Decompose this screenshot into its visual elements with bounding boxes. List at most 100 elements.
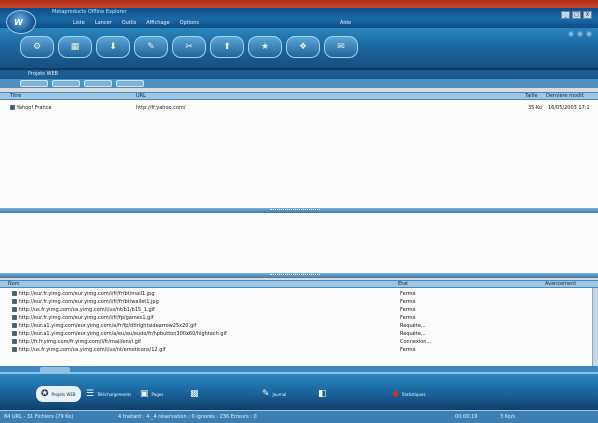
main-toolbar: ⚙ ▦ ⬇ ✎ ✂ ⬆ ★ ❖ ✉ [0, 28, 598, 70]
gear-icon: ⚙ [32, 42, 42, 52]
file-icon [12, 323, 17, 328]
project-url: http://fr.yahoo.com/ [136, 105, 186, 111]
section-header: Projets WEB [0, 70, 598, 79]
star-icon: ★ [260, 42, 270, 52]
panel-icon: ◧ [318, 389, 327, 399]
status-url-count: 84 URL - 31 Fichiers (79 Ko) [4, 414, 74, 420]
downloads-scrollbar[interactable] [592, 288, 598, 366]
toolbar-button-3[interactable]: ⬇ [96, 36, 130, 58]
sub-tab-4[interactable] [116, 80, 144, 87]
menu-item-liste[interactable]: Liste [70, 20, 88, 28]
list-item[interactable]: http://us.fr.yimg.com/us.yimg.com/i/us/n… [0, 307, 598, 314]
list-item[interactable]: http://eur.fr.yimg.com/eur.yimg.com/i/fr… [0, 315, 598, 322]
tab-pages[interactable]: ▣ Pages [140, 386, 163, 402]
sub-tab-strip [0, 79, 598, 88]
pages-icon: ▣ [140, 389, 149, 399]
toolbar-button-2[interactable]: ▦ [58, 36, 92, 58]
tab-view[interactable]: ▩ [190, 386, 202, 402]
download-icon: ⬇ [109, 42, 117, 52]
col-name[interactable]: Nom [8, 281, 20, 287]
minimize-button[interactable]: _ [561, 11, 570, 19]
splitter[interactable] [0, 273, 598, 278]
circle-icon[interactable] [586, 31, 592, 37]
section-title: Projets WEB [28, 71, 59, 77]
list-item[interactable]: http://fr.fr.yimg.com/fr.yimg.com/i/fr/m… [0, 339, 598, 346]
globe-icon [10, 105, 15, 110]
file-icon [12, 299, 17, 304]
status-bar: 84 URL - 31 Fichiers (79 Ko) 4 traitant … [0, 410, 598, 423]
diamond-icon: ❖ [298, 42, 308, 52]
circle-icon[interactable] [577, 31, 583, 37]
file-icon [12, 307, 17, 312]
pencil-icon: ✎ [262, 389, 270, 399]
preview-panel [0, 213, 598, 273]
menu-item-options[interactable]: Options [177, 20, 202, 28]
list-item[interactable]: http://eur.fr.yimg.com/eur.yimg.com/i/fr… [0, 291, 598, 298]
top-accent-strip [0, 0, 598, 8]
project-date: 16/05/2003 17:1 [548, 105, 590, 111]
col-state[interactable]: Etat [398, 281, 408, 287]
tab-telechargements[interactable]: ☰ Téléchargements [86, 386, 131, 402]
status-speed: 3 Ko/s [500, 414, 516, 420]
toolbar-button-8[interactable]: ❖ [286, 36, 320, 58]
pencil-icon: ✎ [147, 42, 155, 52]
maximize-button[interactable]: □ [572, 11, 581, 19]
status-threads: 4 traitant : 4 _4 réservation : 0 ignoré… [118, 414, 257, 420]
toolbar-button-6[interactable]: ⬆ [210, 36, 244, 58]
scissors-icon: ✂ [185, 42, 193, 52]
close-button[interactable]: X [583, 11, 592, 19]
toolbar-side-controls [568, 31, 592, 37]
upload-icon: ⬆ [223, 42, 231, 52]
downloads-header: Nom Etat Avancement [0, 280, 598, 288]
tab-statistiques[interactable]: ◆ Statistiques [392, 386, 426, 402]
menu-item-lancer[interactable]: Lancer [92, 20, 115, 28]
col-progress[interactable]: Avancement [545, 281, 576, 287]
tab-projets-web[interactable]: ✪ Projets WEB [36, 386, 81, 402]
title-bar: Metaproducts Offline Explorer Liste Lanc… [0, 8, 598, 28]
toolbar-button-9[interactable]: ✉ [324, 36, 358, 58]
sub-tab-2[interactable] [52, 80, 80, 87]
col-date[interactable]: Dernière modif. [546, 93, 585, 99]
circle-icon[interactable] [568, 31, 574, 37]
projects-icon: ✪ [41, 389, 49, 399]
sub-tab-3[interactable] [84, 80, 112, 87]
col-size[interactable]: Taille [525, 93, 538, 99]
col-title[interactable]: Titre [10, 93, 21, 99]
grid-icon: ▦ [70, 42, 80, 52]
toolbar-button-1[interactable]: ⚙ [20, 36, 54, 58]
app-logo: W [6, 10, 36, 34]
file-icon [12, 315, 17, 320]
sub-tab-1[interactable] [20, 80, 48, 87]
projects-header: Titre URL Taille Dernière modif. [0, 92, 598, 100]
list-item[interactable]: http://us.fr.yimg.com/us.yimg.com/i/us/n… [0, 347, 598, 354]
bottom-nav-bar: ✪ Projets WEB ☰ Téléchargements ▣ Pages ▩ ✎… [0, 372, 598, 410]
window-title: Metaproducts Offline Explorer [52, 9, 127, 15]
menu-item-aide[interactable]: Aide [340, 20, 351, 26]
menu-item-outils[interactable]: Outils [119, 20, 139, 28]
toolbar-button-5[interactable]: ✂ [172, 36, 206, 58]
col-url[interactable]: URL [136, 93, 146, 99]
window-controls: _ □ X [561, 11, 592, 19]
mail-icon: ✉ [337, 42, 345, 52]
project-size: 35 Ko [528, 105, 543, 111]
tab-panel[interactable]: ◧ [318, 386, 330, 402]
downloads-panel: http://eur.fr.yimg.com/eur.yimg.com/i/fr… [0, 288, 598, 366]
toolbar-button-7[interactable]: ★ [248, 36, 282, 58]
stats-icon: ◆ [392, 389, 399, 399]
list-item[interactable]: http://eur.a1.yimg.com/eur.yimg.com/a/fr… [0, 323, 598, 330]
file-icon [12, 331, 17, 336]
projects-panel: Yahoo! France http://fr.yahoo.com/ 35 Ko… [0, 100, 598, 208]
status-elapsed: 00:00:19 [455, 414, 478, 420]
tab-journal[interactable]: ✎ Journal [262, 386, 286, 402]
project-title: Yahoo! France [10, 105, 52, 111]
file-icon [12, 339, 17, 344]
grid-icon: ▩ [190, 389, 199, 399]
file-icon [12, 347, 17, 352]
list-item[interactable]: http://eur.fr.yimg.com/eur.yimg.com/i/fr… [0, 299, 598, 306]
menu-item-affichage[interactable]: Affichage [143, 20, 173, 28]
list-item[interactable]: http://eur.a1.yimg.com/eur.yimg.com/a/eu… [0, 331, 598, 338]
menu-bar: Liste Lancer Outils Affichage Options [70, 20, 202, 28]
table-row[interactable]: Yahoo! France http://fr.yahoo.com/ 35 Ko… [0, 105, 598, 112]
toolbar-button-4[interactable]: ✎ [134, 36, 168, 58]
file-icon [12, 291, 17, 296]
